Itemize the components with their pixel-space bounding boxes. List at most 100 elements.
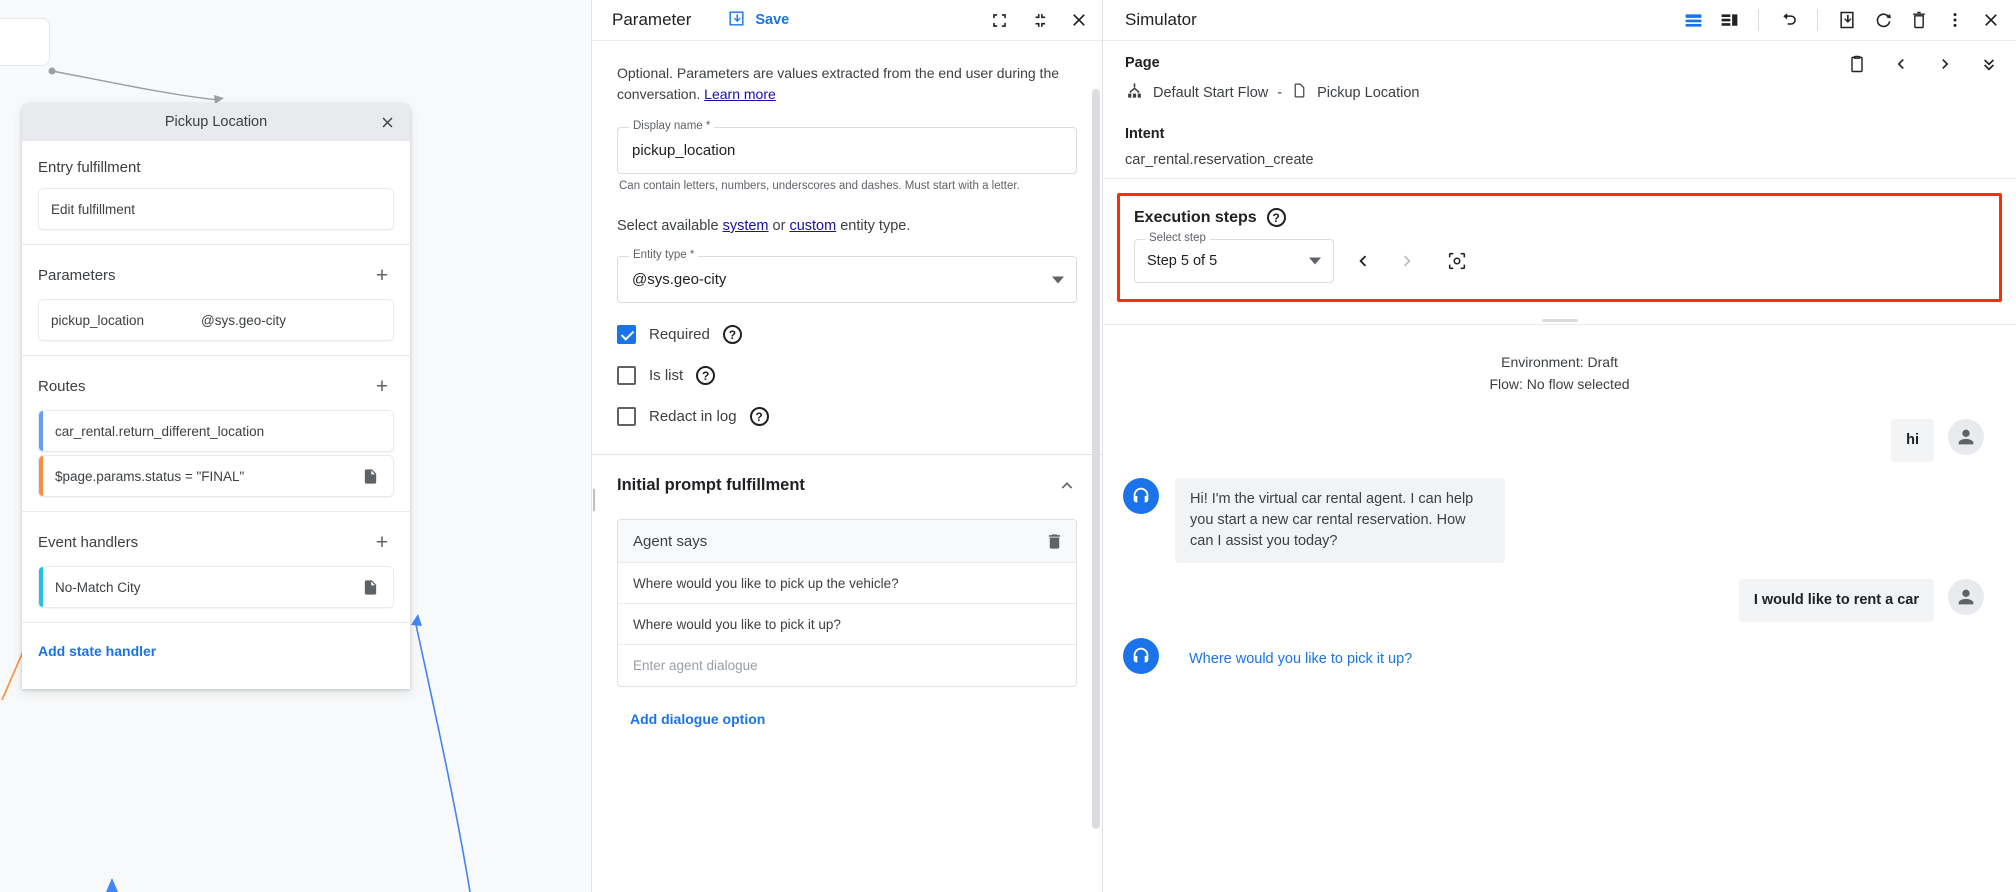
previous-step-button[interactable] [1350,248,1376,274]
intent-section-label: Intent [1125,126,1994,142]
display-name-field[interactable]: Display name * pickup_location [617,127,1077,174]
route-row-intent[interactable]: car_rental.return_different_location [38,410,394,452]
add-state-handler-link[interactable]: Add state handler [22,623,172,659]
help-icon[interactable]: ? [696,366,715,385]
focus-step-icon[interactable] [1444,248,1470,274]
learn-more-link[interactable]: Learn more [704,86,776,102]
next-icon[interactable] [1932,51,1958,77]
next-step-button[interactable] [1394,248,1420,274]
entity-helper-prefix: Select available [617,218,723,234]
section-head: Entry fulfillment [38,159,394,176]
parameter-panel-scroll-area: Optional. Parameters are values extracte… [592,41,1102,892]
collapse-icon[interactable] [1026,7,1052,33]
agent-dialogue-input[interactable]: Enter agent dialogue [618,645,1076,686]
section-title-parameters: Parameters [38,267,116,284]
add-parameter-button[interactable]: + [370,263,394,287]
restart-icon[interactable] [1870,7,1896,33]
horizontal-layout-icon[interactable] [1680,7,1706,33]
help-icon[interactable]: ? [723,325,742,344]
environment-line: Environment: Draft [1103,351,2016,373]
parameter-intro: Optional. Parameters are values extracte… [617,63,1077,105]
close-icon[interactable] [1066,7,1092,33]
agent-dialogue-row[interactable]: Where would you like to pick up the vehi… [618,563,1076,604]
page-card-header: Pickup Location [22,103,410,141]
document-icon[interactable] [362,468,381,485]
is-list-checkbox-row: Is list ? [617,366,1077,385]
chevron-down-icon[interactable] [1052,276,1064,283]
required-checkbox[interactable] [617,325,636,344]
edit-fulfillment-item[interactable]: Edit fulfillment [38,188,394,230]
flow-name: Default Start Flow [1153,85,1268,101]
help-icon[interactable]: ? [750,407,769,426]
page-card: Pickup Location Entry fulfillment Edit f… [22,103,410,689]
redact-in-log-checkbox[interactable] [617,407,636,426]
chat-bubble-link[interactable]: Where would you like to pick it up? [1175,638,1427,681]
delete-icon[interactable] [1906,7,1932,33]
select-step-label: Select step [1145,232,1210,244]
more-vertical-icon[interactable] [1942,7,1968,33]
initial-prompt-fulfillment-header[interactable]: Initial prompt fulfillment [592,455,1102,495]
save-button[interactable]: Save [727,9,789,32]
add-dialogue-option-link[interactable]: Add dialogue option [592,687,765,727]
parameter-panel-scrollbar[interactable] [1092,89,1100,829]
event-handler-label: No-Match City [43,580,362,595]
entity-type-select[interactable]: Entity type * @sys.geo-city [617,256,1077,303]
add-route-button[interactable]: + [370,374,394,398]
execution-steps-box: Execution steps ? Select step Step 5 of … [1117,193,2002,302]
select-step-value: Step 5 of 5 [1147,253,1217,269]
route-label: $page.params.status = "FINAL" [43,469,362,484]
chat-message-user: hi [1123,419,1984,462]
panel-resize-handle[interactable] [592,489,597,511]
save-icon [727,9,746,32]
parameter-row[interactable]: pickup_location @sys.geo-city [38,299,394,341]
required-checkbox-row: Required ? [617,325,1077,344]
close-icon[interactable] [1978,7,2004,33]
previous-icon[interactable] [1888,51,1914,77]
save-icon[interactable] [1834,7,1860,33]
redact-in-log-checkbox-row: Redact in log ? [617,407,1077,426]
entity-helper-suffix: entity type. [836,218,910,234]
context-toolbar [1844,51,2002,77]
agent-avatar [1123,478,1159,514]
fullscreen-icon[interactable] [986,7,1012,33]
entity-helper-mid: or [769,218,790,234]
clipboard-icon[interactable] [1844,51,1870,77]
user-avatar [1948,419,1984,455]
parameter-panel: Parameter Save [591,0,1103,892]
event-handler-row[interactable]: No-Match City [38,566,394,608]
user-avatar [1948,579,1984,615]
delete-icon[interactable] [1045,532,1064,551]
simulator-environment-info: Environment: Draft Flow: No flow selecte… [1103,325,2016,395]
select-step-dropdown[interactable]: Select step Step 5 of 5 [1134,239,1334,283]
entity-type-value: @sys.geo-city [632,271,726,288]
route-label: car_rental.return_different_location [43,424,381,439]
canvas-node-stub[interactable] [0,18,50,66]
collapse-all-icon[interactable] [1976,51,2002,77]
parameter-type: @sys.geo-city [201,313,286,328]
simulator-panel: Simulator [1103,0,2016,892]
add-event-handler-button[interactable]: + [370,530,394,554]
help-icon[interactable]: ? [1267,208,1286,227]
is-list-checkbox[interactable] [617,366,636,385]
display-name-label: Display name * [629,120,714,132]
toolbar-divider [1817,9,1818,31]
document-icon[interactable] [362,579,381,596]
undo-icon[interactable] [1775,7,1801,33]
simulator-split-handle[interactable] [1103,316,2016,325]
page-name: Pickup Location [1317,85,1419,101]
system-entity-link[interactable]: system [723,218,769,234]
section-title-routes: Routes [38,378,86,395]
section-head: Routes + [38,374,394,398]
route-row-condition[interactable]: $page.params.status = "FINAL" [38,455,394,497]
page-doc-icon [1291,82,1308,103]
chevron-down-icon[interactable] [1309,258,1321,265]
chat-bubble: hi [1891,419,1934,462]
agent-avatar [1123,638,1159,674]
agent-dialogue-row[interactable]: Where would you like to pick it up? [618,604,1076,645]
close-icon[interactable] [374,109,400,135]
vertical-layout-icon[interactable] [1716,7,1742,33]
entity-type-helper-line: Select available system or custom entity… [617,218,1077,234]
display-name-hint: Can contain letters, numbers, underscore… [617,180,1077,192]
custom-entity-link[interactable]: custom [789,218,836,234]
chevron-up-icon[interactable] [1057,475,1077,495]
